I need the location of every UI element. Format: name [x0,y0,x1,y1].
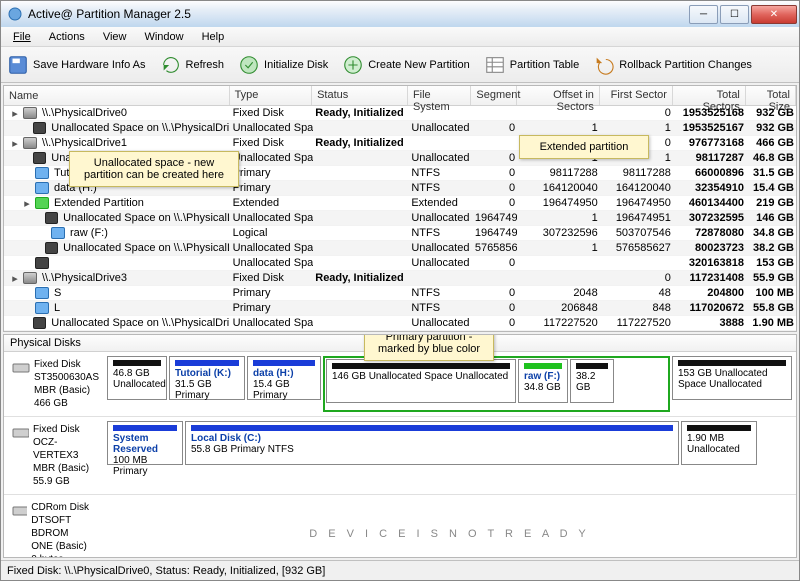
col-size[interactable]: Total Size [746,86,796,105]
partition-block[interactable]: 46.8 GB Unallocated [107,356,167,400]
tree-header: Name Type Status File System Segment Off… [4,86,796,106]
rollback-button[interactable]: Rollback Partition Changes [593,54,752,76]
close-button[interactable]: ✕ [751,5,797,24]
table-row[interactable]: ▸\\.\PhysicalDrive1Fixed DiskReady, Init… [4,136,796,151]
drive-icon [12,423,29,441]
callout-extended: Extended partition [519,135,649,159]
partition-block[interactable]: Local Disk (C:)55.8 GB Primary NTFS [185,421,679,465]
disk-icon [45,212,58,224]
disk-icon [33,152,46,164]
table-row[interactable]: Unallocated Space on \\.\PhysicalDrive3U… [4,316,796,331]
disk-icon [45,242,58,254]
status-bar: Fixed Disk: \\.\PhysicalDrive0, Status: … [1,560,799,580]
disk-icon [33,122,46,134]
physical-disks-panel: Physical Disks Fixed DiskST3500630ASMBR … [3,334,797,558]
disk-check-icon [238,54,260,76]
callout-primary: Primary partition - marked by blue color [364,334,494,361]
table-row[interactable]: ▸\\.\PhysicalDrive0Fixed DiskReady, Init… [4,106,796,121]
refresh-icon [160,54,182,76]
partition-block[interactable]: 153 GB Unallocated Space Unallocated [672,356,792,400]
window-buttons: ─ ☐ ✕ [689,5,797,24]
col-seg[interactable]: Segment [471,86,517,105]
physical-disk-row: Fixed DiskST3500630ASMBR (Basic)466 GB46… [4,352,796,417]
table-row[interactable]: ▸\\.\PhysicalDrive3Fixed DiskReady, Init… [4,271,796,286]
table-row[interactable]: LPrimaryNTFS020684884811702067255.8 GB [4,301,796,316]
menu-help[interactable]: Help [194,29,233,45]
disk-icon [23,107,37,119]
partition-block[interactable]: 38.2 GB [570,359,614,403]
app-icon [7,6,23,22]
table-row[interactable]: Unallocated SpaceUnallocated032016381815… [4,256,796,271]
table-row[interactable]: raw (F:)LogicalNTFS196474950307232596503… [4,226,796,241]
table-row[interactable]: Unallocated Space on \\.\PhysicalDrive1U… [4,241,796,256]
col-fs[interactable]: File System [408,86,471,105]
table-row[interactable]: Unallocated Space on \\.\PhysicalDrive1U… [4,211,796,226]
menu-window[interactable]: Window [136,29,191,45]
col-first[interactable]: First Sector [600,86,673,105]
partition-block[interactable]: data (H:)15.4 GB Primary [247,356,321,400]
partition-block[interactable]: System Reserved100 MB Primary [107,421,183,465]
refresh-button[interactable]: Refresh [160,54,225,76]
menu-actions[interactable]: Actions [41,29,93,45]
col-status[interactable]: Status [312,86,408,105]
table-row[interactable]: SPrimaryNTFS0204848204800100 MB [4,286,796,301]
window-title: Active@ Partition Manager 2.5 [28,7,689,21]
disk-icon [51,227,65,239]
physical-disk-row: CDRom DiskDTSOFT BDROMONE (Basic)0 bytes… [4,495,796,558]
maximize-button[interactable]: ☐ [720,5,749,24]
col-tot[interactable]: Total Sectors [673,86,746,105]
toolbar: Save Hardware Info As Refresh Initialize… [1,47,799,83]
save-hw-button[interactable]: Save Hardware Info As [7,54,146,76]
titlebar: Active@ Partition Manager 2.5 ─ ☐ ✕ [1,1,799,27]
extended-partition-box[interactable]: 146 GB Unallocated Space Unallocatedraw … [323,356,670,412]
col-off[interactable]: Offset in Sectors [517,86,600,105]
partition-block[interactable]: Tutorial (K:)31.5 GB Primary [169,356,245,400]
disk-tree: Name Type Status File System Segment Off… [3,85,797,332]
minimize-button[interactable]: ─ [689,5,718,24]
disk-icon [35,257,49,269]
disk-icon [33,317,46,329]
physical-disk-row: Fixed DiskOCZ-VERTEX3MBR (Basic)55.9 GBS… [4,417,796,495]
device-not-ready: D E V I C E I S N O T R E A D Y [107,499,792,558]
disk-icon [35,197,49,209]
drive-icon [12,501,27,519]
partition-table-button[interactable]: Partition Table [484,54,580,76]
table-icon [484,54,506,76]
menu-view[interactable]: View [95,29,135,45]
callout-unallocated: Unallocated space - new partition can be… [69,151,239,187]
rollback-icon [593,54,615,76]
save-icon [7,54,29,76]
initialize-disk-button[interactable]: Initialize Disk [238,54,328,76]
create-partition-button[interactable]: Create New Partition [342,54,470,76]
partition-block[interactable]: raw (F:)34.8 GB [518,359,568,403]
table-row[interactable]: ▸Extended PartitionExtendedExtended01964… [4,196,796,211]
col-name[interactable]: Name [4,86,230,105]
menu-file[interactable]: File [5,29,39,45]
menubar: File Actions View Window Help [1,27,799,47]
disk-icon [35,302,49,314]
disk-icon [35,167,49,179]
disk-icon [35,182,49,194]
disk-icon [23,272,37,284]
status-text: Fixed Disk: \\.\PhysicalDrive0, Status: … [7,565,325,577]
partition-block[interactable]: 146 GB Unallocated Space Unallocated [326,359,516,403]
disk-icon [35,287,49,299]
create-icon [342,54,364,76]
col-type[interactable]: Type [230,86,313,105]
drive-icon [12,358,30,376]
partition-block[interactable]: 1.90 MB Unallocated [681,421,757,465]
disk-icon [23,137,37,149]
table-row[interactable]: Unallocated Space on \\.\PhysicalDrive0U… [4,121,796,136]
